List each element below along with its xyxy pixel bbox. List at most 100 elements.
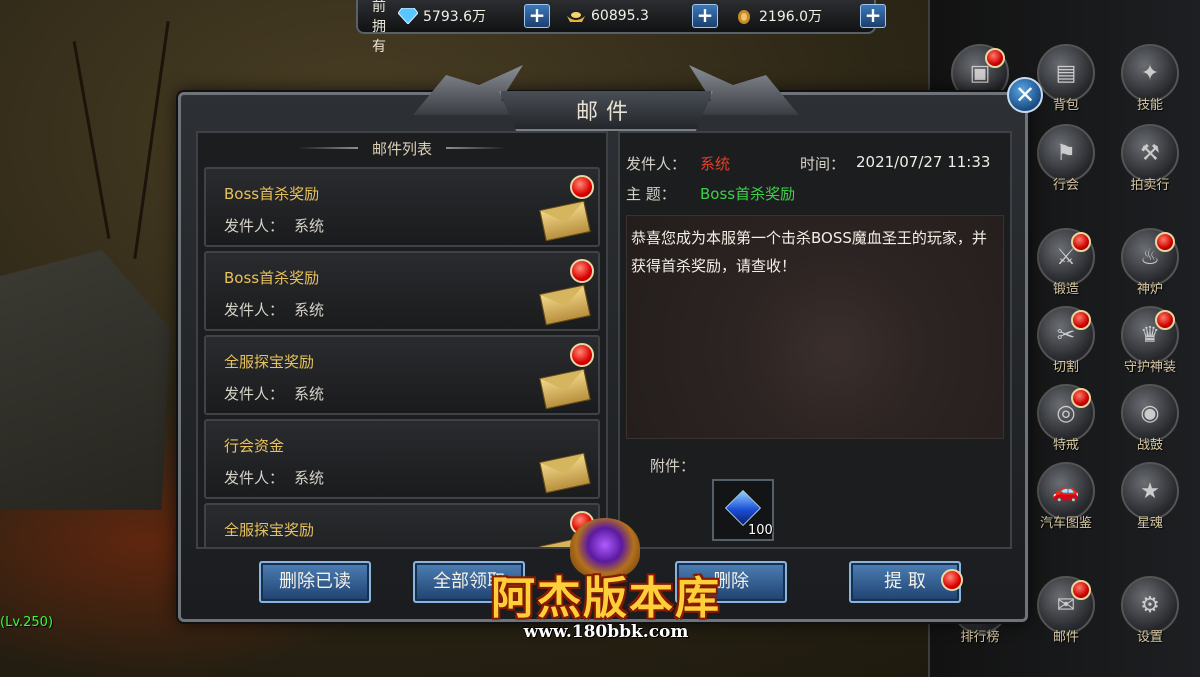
mail-title: Boss首杀奖励 bbox=[224, 185, 320, 203]
notification-dot bbox=[985, 48, 1005, 68]
notification-dot bbox=[1071, 580, 1091, 600]
envelope-icon bbox=[539, 284, 591, 326]
unread-dot bbox=[570, 259, 594, 283]
mail-title: 行会资金 bbox=[224, 437, 285, 455]
currency-diamond: 5793.6万 + bbox=[398, 4, 560, 28]
diamond-amount: 5793.6万 bbox=[423, 9, 486, 25]
side-menu-label: 星魂 bbox=[1136, 516, 1163, 531]
mail-list-item[interactable]: 全服探宝奖励 发件人： 系统 bbox=[204, 335, 600, 415]
coin-amount: 2196.0万 bbox=[759, 9, 822, 25]
mail-detail-panel: 发件人： 系统 时间： 2021/07/27 11:33 主 题： Boss首杀… bbox=[618, 131, 1012, 549]
side-menu-drum[interactable]: ◉ 战鼓 bbox=[1114, 384, 1186, 453]
mail-sender: 系统 bbox=[294, 217, 325, 235]
notification-dot bbox=[1155, 310, 1175, 330]
side-menu-ring[interactable]: ◎ 特戒 bbox=[1030, 384, 1102, 453]
side-menu-furnace[interactable]: ♨ 神炉 bbox=[1114, 228, 1186, 297]
notification-dot bbox=[1071, 232, 1091, 252]
subject-label: 主 题： bbox=[626, 185, 676, 203]
side-menu-car[interactable]: 🚗 汽车图鉴 bbox=[1030, 462, 1102, 531]
unread-dot bbox=[570, 175, 594, 199]
notification-dot bbox=[941, 569, 963, 591]
side-menu-label: 汽车图鉴 bbox=[1039, 516, 1092, 531]
currency-bar: 当前拥有 5793.6万 + 60895.3 + 2196.0万 + bbox=[356, 0, 886, 55]
mail-list-item[interactable]: Boss首杀奖励 发件人： 系统 bbox=[204, 167, 600, 247]
watermark-logo: 阿杰版本库 www.180bbk.com bbox=[452, 518, 760, 658]
notification-dot bbox=[1155, 232, 1175, 252]
close-button[interactable]: ✕ bbox=[1007, 77, 1043, 113]
message-body: 恭喜您成为本服第一个击杀BOSS魔血圣王的玩家，并获得首杀奖励，请查收！ bbox=[626, 215, 1004, 439]
mail-list-item[interactable]: 行会资金 发件人： 系统 bbox=[204, 419, 600, 499]
side-menu-label: 神炉 bbox=[1136, 282, 1163, 297]
side-menu-guild[interactable]: ⚑ 行会 bbox=[1030, 124, 1102, 193]
side-menu-label: 邮件 bbox=[1052, 630, 1079, 645]
side-menu-auction[interactable]: ⚒ 拍卖行 bbox=[1114, 124, 1186, 193]
side-menu-label: 拍卖行 bbox=[1130, 178, 1170, 193]
mail-list-title: 邮件列表 bbox=[371, 139, 432, 158]
currency-ingot: 60895.3 + bbox=[566, 4, 728, 28]
ingot-amount: 60895.3 bbox=[591, 8, 649, 24]
divider bbox=[446, 147, 506, 149]
envelope-icon bbox=[539, 200, 591, 242]
add-coin-button[interactable]: + bbox=[860, 4, 886, 28]
envelope-icon bbox=[539, 452, 591, 494]
side-menu-mail[interactable]: ✉ 邮件 bbox=[1030, 576, 1102, 645]
mail-list-item[interactable]: Boss首杀奖励 发件人： 系统 bbox=[204, 251, 600, 331]
mail-sender-label: 发件人： bbox=[224, 301, 285, 319]
notification-dot bbox=[1071, 388, 1091, 408]
side-menu-label: 技能 bbox=[1136, 98, 1163, 113]
side-menu-label: 特戒 bbox=[1052, 438, 1079, 453]
watermark-url: www.180bbk.com bbox=[523, 622, 689, 642]
time-label: 时间： bbox=[800, 155, 846, 173]
window-title-bar: 邮件 bbox=[499, 91, 713, 131]
side-menu-settings[interactable]: ⚙ 设置 bbox=[1114, 576, 1186, 645]
side-menu-label: 守护神装 bbox=[1123, 360, 1176, 375]
gold-ingot-icon bbox=[567, 12, 585, 22]
side-menu-cut[interactable]: ✂ 切割 bbox=[1030, 306, 1102, 375]
add-diamond-button[interactable]: + bbox=[524, 4, 550, 28]
side-menu-skill[interactable]: ✦ 技能 bbox=[1114, 44, 1186, 113]
sender-label: 发件人： bbox=[626, 155, 687, 173]
side-menu-label: 锻造 bbox=[1052, 282, 1079, 297]
side-menu-guardian[interactable]: ♛ 守护神装 bbox=[1114, 306, 1186, 375]
mail-sender-label: 发件人： bbox=[224, 469, 285, 487]
mail-title: Boss首杀奖励 bbox=[224, 269, 320, 287]
mail-sender-label: 发件人： bbox=[224, 385, 285, 403]
mail-title: 全服探宝奖励 bbox=[224, 521, 315, 539]
mail-sender: 系统 bbox=[294, 469, 325, 487]
watermark-title: 阿杰版本库 bbox=[491, 573, 721, 624]
envelope-icon bbox=[539, 368, 591, 410]
time-value: 2021/07/27 11:33 bbox=[856, 153, 991, 171]
claim-button[interactable]: 提 取 bbox=[849, 561, 963, 603]
side-menu-forge[interactable]: ⚔ 锻造 bbox=[1030, 228, 1102, 297]
side-menu-star-soul[interactable]: ★ 星魂 bbox=[1114, 462, 1186, 531]
side-menu-label: 切割 bbox=[1052, 360, 1079, 375]
dead-tree bbox=[72, 41, 111, 239]
side-menu-label: 设置 bbox=[1136, 630, 1163, 645]
subject-value: Boss首杀奖励 bbox=[700, 185, 796, 203]
attachment-label: 附件： bbox=[650, 457, 696, 475]
mail-sender: 系统 bbox=[294, 385, 325, 403]
mail-sender-label: 发件人： bbox=[224, 217, 285, 235]
mail-sender: 系统 bbox=[294, 301, 325, 319]
currency-coin: 2196.0万 + bbox=[734, 4, 896, 28]
sender-value: 系统 bbox=[700, 155, 731, 173]
stone-ruin bbox=[0, 250, 170, 510]
dead-tree bbox=[133, 20, 170, 260]
window-title: 邮件 bbox=[575, 100, 636, 125]
mail-title: 全服探宝奖励 bbox=[224, 353, 315, 371]
side-menu-label: 行会 bbox=[1052, 178, 1079, 193]
add-ingot-button[interactable]: + bbox=[692, 4, 718, 28]
claim-button-label: 提 取 bbox=[884, 571, 926, 592]
player-level-label: (Lv.250) bbox=[0, 615, 54, 630]
unread-dot bbox=[570, 343, 594, 367]
mail-list-panel: 邮件列表 Boss首杀奖励 发件人： 系统 Boss首杀奖励 发件人： 系统 全… bbox=[196, 131, 608, 549]
diamond-icon bbox=[398, 8, 418, 24]
gold-coin-icon bbox=[738, 10, 750, 24]
side-menu-label: 排行榜 bbox=[960, 630, 1000, 645]
side-menu-label: 战鼓 bbox=[1136, 438, 1163, 453]
divider bbox=[297, 147, 358, 149]
notification-dot bbox=[1071, 310, 1091, 330]
currency-label: 当前拥有 bbox=[372, 0, 386, 55]
delete-read-button[interactable]: 删除已读 bbox=[259, 561, 371, 603]
mail-list-header: 邮件列表 bbox=[198, 133, 606, 163]
